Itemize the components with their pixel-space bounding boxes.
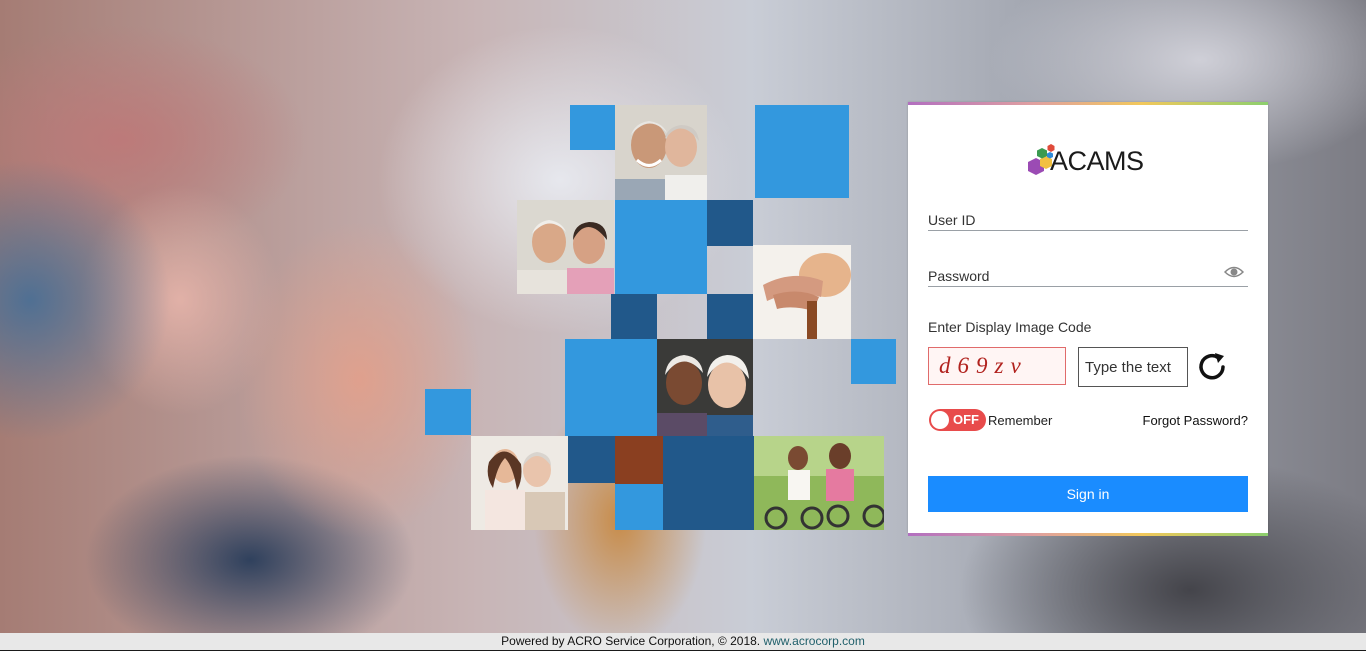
mosaic-tile bbox=[568, 436, 615, 483]
mosaic-tile bbox=[707, 200, 753, 246]
captcha-code: d69zv bbox=[939, 353, 1028, 378]
refresh-icon[interactable] bbox=[1196, 350, 1230, 384]
mother-daughter-photo bbox=[471, 436, 568, 530]
user-id-input[interactable] bbox=[928, 208, 1222, 232]
captcha-label: Enter Display Image Code bbox=[928, 319, 1092, 335]
eye-icon[interactable] bbox=[1224, 264, 1244, 280]
mosaic-tile bbox=[570, 105, 615, 150]
toggle-state-text: OFF bbox=[953, 412, 979, 427]
mosaic-tile bbox=[615, 484, 663, 530]
mosaic-tile bbox=[663, 436, 754, 530]
card-top-accent bbox=[908, 102, 1268, 105]
hands-on-cane-photo bbox=[753, 245, 851, 339]
toggle-knob bbox=[931, 411, 949, 429]
password-field[interactable]: Password bbox=[928, 264, 1248, 288]
mosaic-tile bbox=[707, 294, 753, 339]
captcha-image: d69zv bbox=[928, 347, 1066, 385]
mosaic-tile bbox=[615, 200, 707, 294]
seniors-cycling-photo bbox=[754, 436, 884, 530]
mosaic-tile bbox=[565, 339, 657, 436]
mosaic-tile bbox=[755, 105, 849, 198]
mosaic-tile bbox=[425, 389, 471, 435]
logo-text: ACAMS bbox=[1050, 146, 1144, 176]
senior-couple-photo bbox=[615, 105, 707, 200]
login-card: ACAMS User ID Password Enter Display Ima… bbox=[908, 102, 1268, 536]
acams-logo: ACAMS bbox=[1026, 138, 1156, 182]
mosaic-tile bbox=[611, 294, 657, 339]
footer-text: Powered by ACRO Service Corporation, © 2… bbox=[501, 634, 764, 648]
mosaic-tile bbox=[851, 339, 896, 384]
password-input[interactable] bbox=[928, 264, 1222, 288]
captcha-input[interactable] bbox=[1078, 347, 1188, 387]
user-id-field[interactable]: User ID bbox=[928, 208, 1248, 232]
forgot-password-link[interactable]: Forgot Password? bbox=[1143, 413, 1249, 428]
remember-toggle[interactable]: OFF bbox=[929, 409, 986, 431]
sign-in-button[interactable]: Sign in bbox=[928, 476, 1248, 512]
card-bottom-accent bbox=[908, 533, 1268, 536]
senior-women-photo bbox=[657, 339, 753, 436]
footer: Powered by ACRO Service Corporation, © 2… bbox=[0, 633, 1366, 651]
footer-link[interactable]: www.acrocorp.com bbox=[763, 634, 864, 648]
mosaic-tile bbox=[615, 436, 663, 484]
remember-label: Remember bbox=[988, 413, 1053, 428]
senior-couple-photo bbox=[517, 200, 614, 294]
